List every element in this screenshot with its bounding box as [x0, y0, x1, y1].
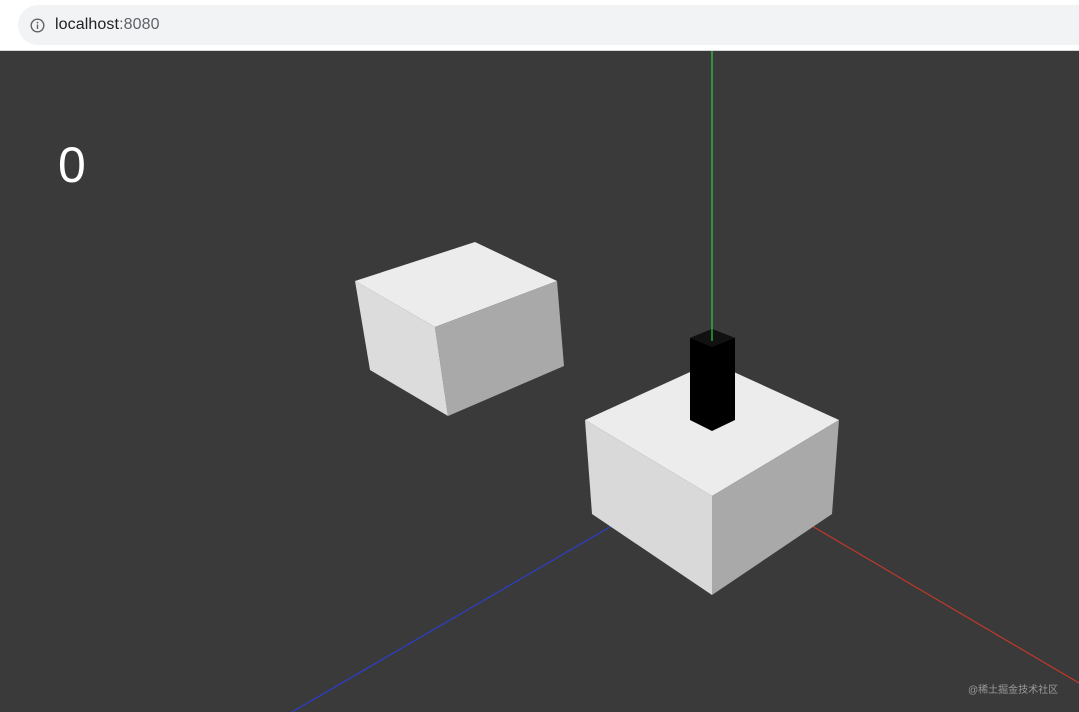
axis-x-line — [777, 505, 1079, 684]
url-port: :8080 — [119, 16, 160, 33]
cube-left — [355, 242, 564, 416]
browser-toolbar: localhost:8080 — [0, 0, 1079, 51]
axis-z-line — [291, 505, 647, 712]
player-pillar — [690, 329, 735, 431]
game-canvas[interactable] — [0, 51, 1079, 712]
address-bar[interactable]: localhost:8080 — [18, 5, 1079, 45]
score-display: 0 — [58, 137, 86, 193]
watermark-text: @稀土掘金技术社区 — [968, 685, 1059, 696]
url-text[interactable]: localhost:8080 — [55, 16, 160, 34]
url-host: localhost — [55, 16, 120, 33]
scene-svg — [291, 51, 1079, 712]
info-icon[interactable] — [30, 17, 45, 33]
